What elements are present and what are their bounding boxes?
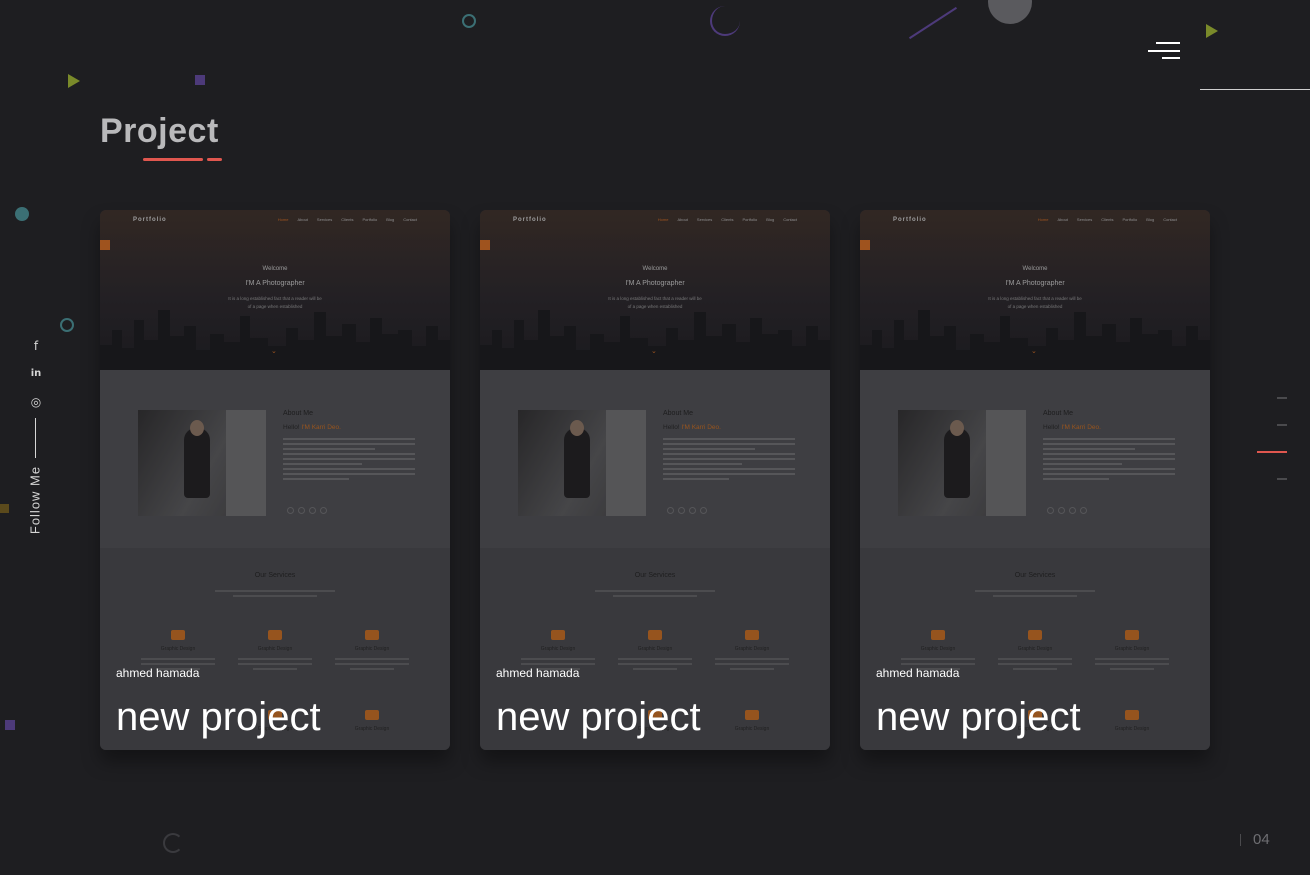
decor-dot — [15, 207, 29, 221]
hamburger-menu-icon[interactable] — [1148, 42, 1180, 60]
pager-tick[interactable] — [1277, 478, 1287, 480]
card-author: ahmed hamada — [876, 666, 960, 680]
project-card[interactable]: Portfolio Home About Services Clients Po… — [480, 210, 830, 750]
decor-ring — [462, 14, 476, 28]
card-title[interactable]: new project — [876, 695, 1081, 740]
project-card[interactable]: Portfolio Home About Services Clients Po… — [100, 210, 450, 750]
decor-square — [0, 504, 9, 513]
decor-dot — [988, 0, 1032, 24]
decor-triangle — [68, 74, 80, 88]
decor-spiral — [163, 833, 183, 853]
decor-arc — [710, 6, 740, 36]
project-card[interactable]: Portfolio Home About Services Clients Po… — [860, 210, 1210, 750]
pager-tick[interactable] — [1277, 424, 1287, 426]
decor-square — [5, 720, 15, 730]
page-number: 04 — [1253, 831, 1270, 848]
card-title[interactable]: new project — [496, 695, 701, 740]
decor-ring — [60, 318, 74, 332]
instagram-icon[interactable]: ◎ — [28, 394, 44, 410]
title-underline — [143, 158, 203, 161]
decor-slash — [908, 6, 958, 40]
pager-active-tick[interactable] — [1257, 451, 1287, 453]
decor-triangle — [1206, 24, 1218, 38]
follow-divider — [35, 418, 36, 458]
pager-tick[interactable] — [1277, 397, 1287, 399]
linkedin-icon[interactable]: in — [28, 366, 44, 382]
follow-me-label: Follow Me — [27, 465, 43, 535]
decor-square — [195, 75, 205, 85]
card-title[interactable]: new project — [116, 695, 321, 740]
title-underline-accent — [207, 158, 222, 161]
page-number-divider — [1240, 834, 1241, 846]
card-author: ahmed hamada — [116, 666, 200, 680]
card-author: ahmed hamada — [496, 666, 580, 680]
page-title: Project — [100, 112, 219, 150]
header-divider — [1200, 89, 1310, 90]
facebook-icon[interactable]: f — [28, 338, 44, 354]
